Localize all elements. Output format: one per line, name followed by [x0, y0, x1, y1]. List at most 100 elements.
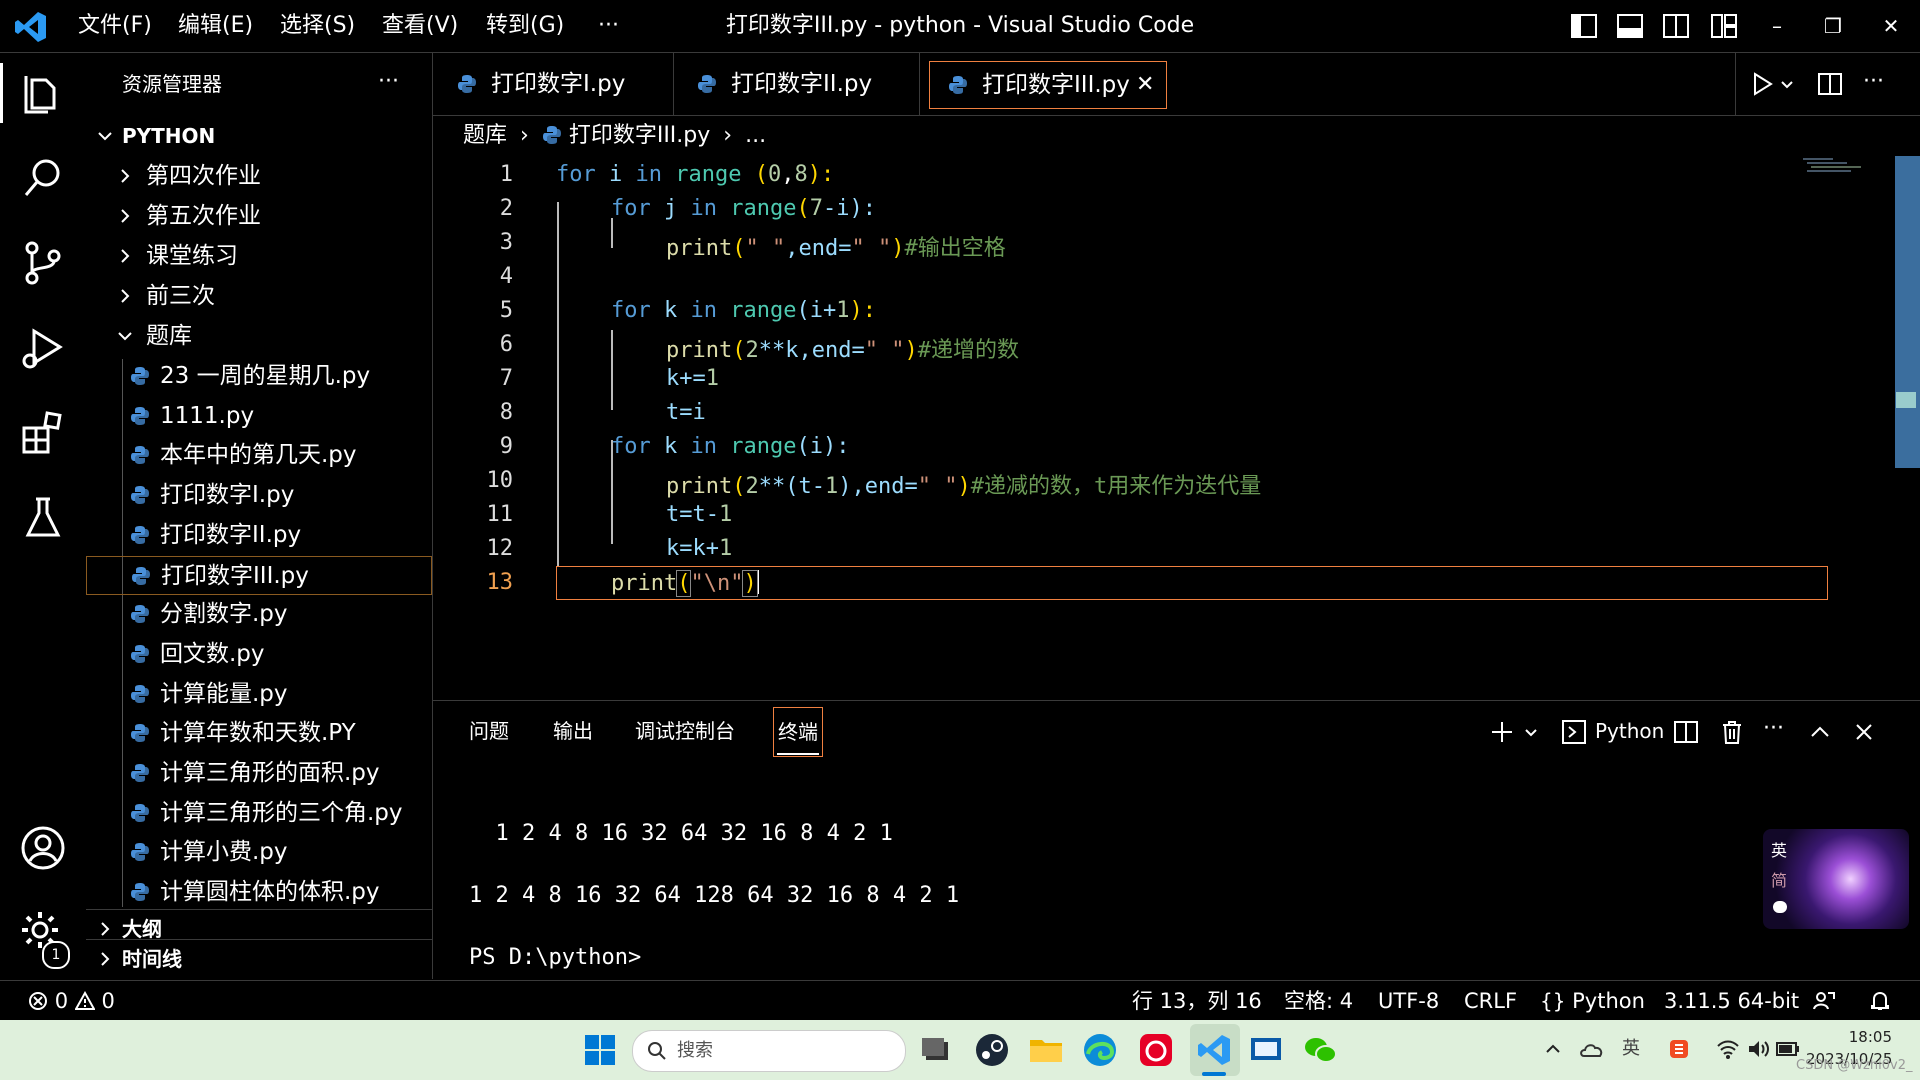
volume-icon[interactable] — [1746, 1038, 1770, 1060]
problems-status[interactable]: 0 0 — [28, 981, 115, 1021]
file-item[interactable]: 回文数.py — [86, 635, 432, 674]
clock-time[interactable]: 18:05 — [1832, 1028, 1892, 1046]
trash-icon[interactable] — [1719, 718, 1745, 746]
tab-close-button[interactable]: ✕ — [1136, 62, 1154, 108]
close-window-button[interactable]: ✕ — [1868, 0, 1914, 52]
wechat-icon[interactable] — [1302, 1032, 1338, 1068]
minimap[interactable] — [1803, 156, 1863, 182]
panel-more-button[interactable]: ··· — [1763, 701, 1784, 761]
chevron-down-icon[interactable] — [1523, 725, 1539, 741]
testing-flask-icon[interactable] — [18, 493, 68, 543]
tab-file-1[interactable]: 打印数字I.py — [433, 53, 674, 115]
wifi-icon[interactable] — [1716, 1038, 1740, 1060]
netease-music-icon[interactable] — [1138, 1032, 1174, 1068]
minimize-button[interactable]: – — [1754, 0, 1800, 52]
file-item[interactable]: 计算年数和天数.PY — [86, 714, 432, 753]
tab-file-3-active[interactable]: 打印数字III.py ✕ — [929, 61, 1167, 109]
folder-item[interactable]: 第四次作业 — [86, 157, 432, 196]
split-terminal-icon[interactable] — [1673, 719, 1699, 745]
tab-file-2[interactable]: 打印数字II.py — [673, 53, 920, 115]
extensions-icon[interactable] — [18, 408, 68, 458]
encoding-status[interactable]: UTF-8 — [1378, 981, 1439, 1021]
sogou-ime-icon[interactable] — [1668, 1038, 1690, 1060]
customize-layout-icon[interactable] — [1710, 12, 1738, 40]
menu-more[interactable]: ··· — [598, 0, 619, 52]
tray-chevron-up-icon[interactable] — [1544, 1040, 1562, 1058]
file-item[interactable]: 计算三角形的面积.py — [86, 754, 432, 793]
editor-more-button[interactable]: ··· — [1863, 53, 1884, 115]
breadcrumb-file[interactable]: 打印数字III.py — [569, 123, 710, 148]
toggle-panel-icon[interactable] — [1616, 12, 1644, 40]
toggle-secondary-sidebar-icon[interactable] — [1662, 12, 1690, 40]
file-item-selected[interactable]: 打印数字III.py — [86, 555, 432, 595]
battery-icon[interactable] — [1776, 1040, 1800, 1058]
file-item[interactable]: 计算能量.py — [86, 675, 432, 714]
menu-selection[interactable]: 选择(S) — [280, 0, 355, 52]
python-interpreter[interactable]: 3.11.5 64-bit — [1664, 981, 1799, 1021]
folder-item-open[interactable]: 题库 — [86, 317, 432, 356]
file-explorer-icon[interactable] — [1028, 1032, 1064, 1068]
terminal-profile-label[interactable]: Python — [1595, 701, 1664, 761]
explorer-icon[interactable] — [18, 68, 68, 118]
taskbar-search-box[interactable]: 搜索 — [632, 1030, 906, 1072]
menu-file[interactable]: 文件(F) — [78, 0, 152, 52]
file-item[interactable]: 本年中的第几天.py — [86, 436, 432, 475]
code-editor[interactable]: 1 2 3 4 5 6 7 8 9 10 11 12 13 for i in range (0,8): … — [433, 156, 1893, 696]
notifications-bell-icon[interactable] — [1868, 989, 1892, 1013]
workspace-root[interactable]: PYTHON — [86, 117, 432, 156]
ime-lang-label[interactable]: 英 — [1771, 837, 1787, 861]
vscode-taskbar-icon[interactable] — [1196, 1032, 1232, 1068]
new-terminal-icon[interactable] — [1489, 719, 1515, 745]
file-item[interactable]: 计算圆柱体的体积.py — [86, 873, 432, 909]
tab-problems[interactable]: 问题 — [469, 701, 509, 761]
ime-widget[interactable]: 英 简 — [1763, 829, 1909, 929]
eol-status[interactable]: CRLF — [1464, 981, 1517, 1021]
source-control-icon[interactable] — [18, 238, 68, 288]
close-panel-icon[interactable] — [1853, 721, 1875, 743]
run-debug-icon[interactable] — [18, 323, 68, 373]
code-line-10: print(2**(t-1),end=" ")#递减的数，t用来作为迭代量 — [666, 474, 1262, 499]
edge-browser-icon[interactable] — [1082, 1032, 1118, 1068]
tab-debug-console[interactable]: 调试控制台 — [635, 701, 735, 761]
tab-output[interactable]: 输出 — [553, 701, 593, 761]
folder-item[interactable]: 第五次作业 — [86, 197, 432, 236]
ime-mode-label[interactable]: 简 — [1771, 867, 1787, 891]
file-item[interactable]: 23 一周的星期几.py — [86, 357, 432, 396]
split-editor-icon[interactable] — [1817, 71, 1843, 97]
menu-go[interactable]: 转到(G) — [486, 0, 564, 52]
editor-scrollbar-thumb[interactable] — [1895, 156, 1920, 468]
chevron-up-icon[interactable] — [1809, 721, 1831, 743]
search-icon[interactable] — [18, 153, 68, 203]
run-file-icon[interactable] — [1749, 71, 1775, 97]
feedback-icon[interactable] — [1812, 989, 1836, 1013]
file-item[interactable]: 打印数字II.py — [86, 516, 432, 555]
breadcrumb-folder[interactable]: 题库 — [463, 123, 507, 148]
file-item[interactable]: 1111.py — [86, 397, 432, 436]
file-item[interactable]: 计算三角形的三个角.py — [86, 794, 432, 833]
sidebar-more-button[interactable]: ··· — [378, 53, 399, 115]
menu-view[interactable]: 查看(V) — [382, 0, 458, 52]
timeline-section[interactable]: 时间线 — [86, 939, 432, 979]
folder-item[interactable]: 前三次 — [86, 277, 432, 316]
menu-edit[interactable]: 编辑(E) — [178, 0, 253, 52]
file-item[interactable]: 计算小费.py — [86, 833, 432, 872]
windows-start-icon[interactable] — [582, 1032, 618, 1068]
remote-desktop-icon[interactable] — [1248, 1032, 1284, 1068]
indentation-status[interactable]: 空格: 4 — [1284, 981, 1353, 1021]
tray-ime-label[interactable]: 英 — [1622, 1034, 1640, 1060]
toggle-primary-sidebar-icon[interactable] — [1570, 12, 1598, 40]
restore-button[interactable]: ❐ — [1810, 0, 1856, 52]
file-item[interactable]: 分割数字.py — [86, 595, 432, 634]
cursor-position[interactable]: 行 13，列 16 — [1132, 981, 1262, 1021]
terminal-output[interactable]: 1 2 4 8 16 32 64 32 16 8 4 2 1 1 2 4 8 1… — [469, 769, 1769, 979]
onedrive-icon[interactable] — [1580, 1038, 1604, 1060]
accounts-icon[interactable] — [18, 823, 68, 873]
task-view-icon[interactable] — [918, 1032, 954, 1068]
language-mode[interactable]: {} Python — [1540, 981, 1645, 1021]
steam-icon[interactable] — [974, 1032, 1010, 1068]
folder-item[interactable]: 课堂练习 — [86, 237, 432, 276]
tab-terminal[interactable]: 终端 — [773, 707, 823, 757]
chevron-down-icon[interactable] — [1779, 77, 1795, 93]
file-item[interactable]: 打印数字I.py — [86, 476, 432, 515]
breadcrumb-symbols[interactable]: ... — [745, 123, 766, 148]
